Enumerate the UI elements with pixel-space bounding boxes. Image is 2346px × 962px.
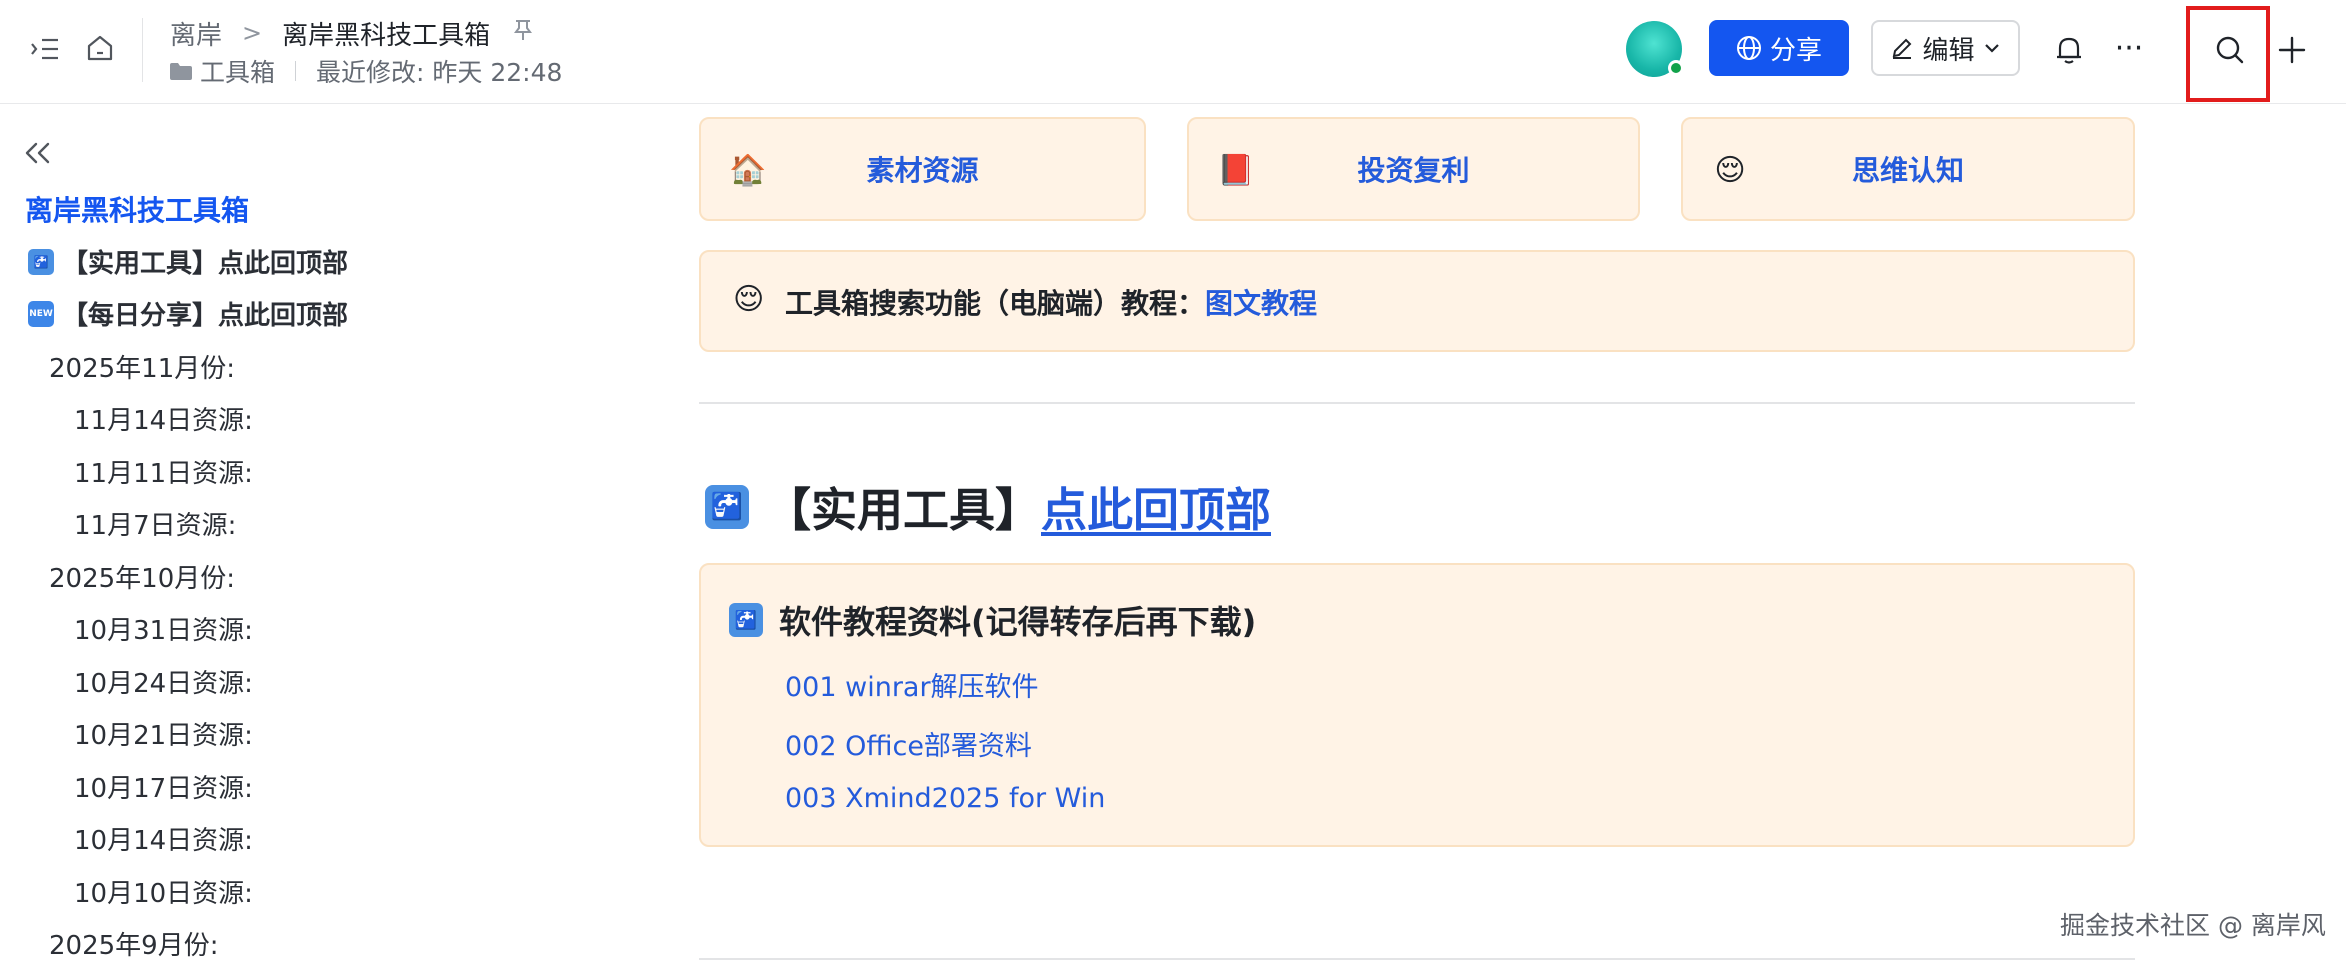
section-heading: 🚰 【实用工具】 点此回顶部 — [705, 474, 1271, 540]
outline-sidebar: 离岸黑科技工具箱 🚰 【实用工具】点此回顶部 NEW 【每日分享】点此回顶部 2… — [0, 105, 620, 962]
software-tutorial-callout: 🚰 软件教程资料(记得转存后再下载) 001 winrar解压软件 002 Of… — [699, 563, 2135, 847]
pencil-icon — [1893, 38, 1912, 59]
outline-item[interactable]: 10月10日资源: — [74, 873, 253, 910]
outline-item[interactable]: 10月31日资源: — [74, 610, 253, 647]
collapse-sidebar-icon[interactable] — [22, 141, 52, 169]
divider — [699, 958, 2135, 960]
pin-icon[interactable] — [512, 18, 534, 48]
callout-label: 工具箱搜索功能（电脑端）教程： — [785, 287, 1206, 320]
online-status-dot — [1668, 60, 1684, 76]
toggle-outline-icon[interactable] — [28, 32, 62, 66]
outline-item[interactable]: 10月17日资源: — [74, 768, 253, 805]
breadcrumb-current[interactable]: 离岸黑科技工具箱 — [282, 15, 490, 52]
card-label: 思维认知 — [1851, 154, 1964, 187]
outline-item[interactable]: 11月7日资源: — [74, 505, 236, 542]
callout-title-text: 软件教程资料(记得转存后再下载) — [779, 603, 1257, 641]
outline-item-tools[interactable]: 🚰 【实用工具】点此回顶部 — [28, 243, 348, 280]
resource-link[interactable]: 003 Xmind2025 for Win — [785, 783, 1105, 814]
card-label: 投资复利 — [1357, 154, 1470, 187]
face-icon: 😌 — [733, 282, 765, 317]
new-icon: NEW — [28, 300, 54, 327]
tutorial-link[interactable]: 图文教程 — [1205, 287, 1317, 320]
share-button[interactable]: 分享 — [1709, 20, 1849, 76]
book-icon: 📕 — [1217, 152, 1255, 188]
folder-name[interactable]: 工具箱 — [200, 53, 275, 89]
breadcrumb-parent[interactable]: 离岸 — [170, 15, 222, 52]
breadcrumb-separator: > — [242, 19, 263, 47]
edit-button[interactable]: 编辑 — [1871, 20, 2020, 76]
card-materials[interactable]: 🏠 素材资源 — [699, 117, 1146, 221]
card-thinking[interactable]: 😌 思维认知 — [1681, 117, 2135, 221]
tool-icon: 🚰 — [729, 603, 763, 637]
bell-icon[interactable] — [2049, 30, 2089, 70]
card-investment[interactable]: 📕 投资复利 — [1187, 117, 1640, 221]
heading-text: 【实用工具】 — [765, 483, 1041, 537]
home-icon[interactable] — [82, 30, 118, 66]
outline-item[interactable]: 2025年11月份: — [49, 348, 235, 385]
last-modified: 最近修改: 昨天 22:48 — [316, 58, 563, 87]
callout-text: 工具箱搜索功能（电脑端）教程：图文教程 — [785, 282, 1317, 322]
outline-item[interactable]: 11月14日资源: — [74, 400, 253, 437]
chevron-down-icon — [1984, 44, 1999, 53]
resource-link[interactable]: 001 winrar解压软件 — [785, 665, 1039, 704]
globe-icon — [1736, 36, 1761, 60]
divider — [699, 402, 2135, 404]
back-to-top-link[interactable]: 点此回顶部 — [1041, 474, 1271, 540]
card-label: 素材资源 — [866, 154, 979, 187]
outline-item-label: 【实用工具】点此回顶部 — [62, 249, 349, 279]
outline-item-label: 【每日分享】点此回顶部 — [62, 301, 349, 331]
edit-label: 编辑 — [1922, 35, 1975, 66]
outline-item[interactable]: 2025年10月份: — [49, 558, 235, 595]
outline-item[interactable]: 10月14日资源: — [74, 820, 253, 857]
outline-item[interactable]: 10月21日资源: — [74, 715, 253, 752]
top-bar: 离岸 > 离岸黑科技工具箱 工具箱 最近修改: 昨天 22:48 分享 编辑 ·… — [0, 0, 2346, 104]
outline-item[interactable]: 10月24日资源: — [74, 663, 253, 700]
watermark: 掘金技术社区 @ 离岸风 — [2060, 911, 2326, 940]
outline-item[interactable]: 2025年9月份: — [49, 925, 218, 962]
folder-icon — [170, 62, 192, 80]
house-icon: 🏠 — [729, 152, 767, 188]
face-icon: 😌 — [1714, 152, 1746, 188]
tool-icon: 🚰 — [705, 485, 749, 529]
tool-icon: 🚰 — [28, 248, 54, 275]
outline-item[interactable]: 11月11日资源: — [74, 453, 253, 490]
search-tutorial-callout: 😌 工具箱搜索功能（电脑端）教程：图文教程 — [699, 250, 2135, 352]
search-highlight-box — [2186, 6, 2270, 102]
more-icon[interactable]: ··· — [2107, 28, 2151, 68]
meta-divider — [295, 61, 297, 81]
breadcrumb: 离岸 > 离岸黑科技工具箱 — [170, 14, 534, 52]
resource-link[interactable]: 002 Office部署资料 — [785, 724, 1032, 763]
outline-title[interactable]: 离岸黑科技工具箱 — [25, 189, 249, 229]
outline-item-daily[interactable]: NEW 【每日分享】点此回顶部 — [28, 295, 348, 332]
share-label: 分享 — [1769, 35, 1822, 66]
callout-title: 🚰 软件教程资料(记得转存后再下载) — [729, 597, 1256, 643]
header-divider — [142, 18, 143, 82]
add-icon[interactable] — [2272, 30, 2312, 70]
doc-meta: 工具箱 最近修改: 昨天 22:48 — [170, 54, 562, 88]
